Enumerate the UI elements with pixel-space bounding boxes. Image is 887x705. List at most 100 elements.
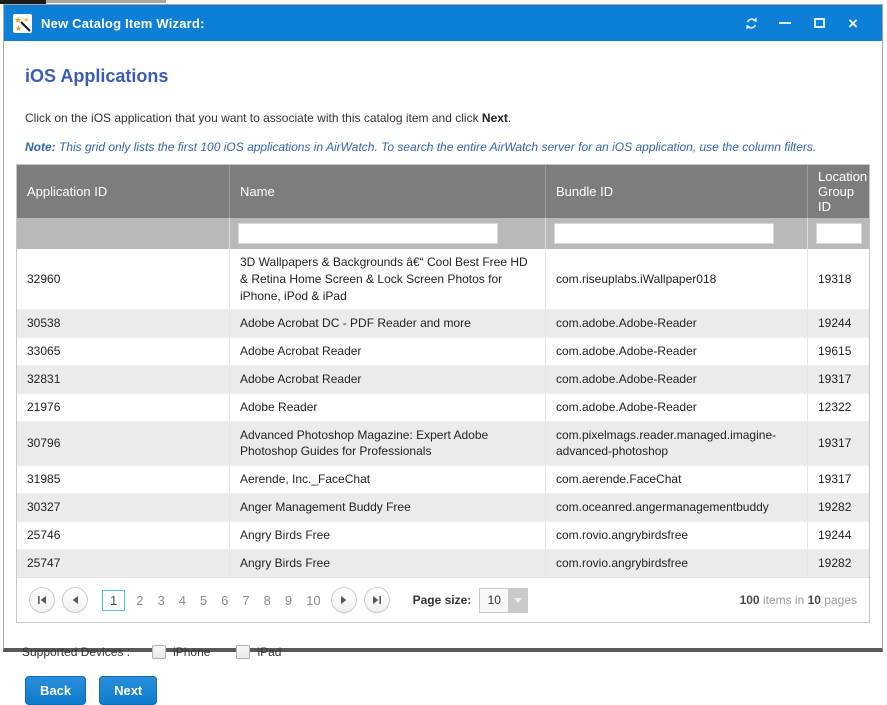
cell-bundle-id: com.oceanred.angermanagementbuddy [546,494,808,521]
column-header-name[interactable]: Name [230,165,546,218]
last-page-button[interactable] [364,587,390,613]
window-controls: × [734,10,870,36]
cell-application-id: 33065 [17,338,230,365]
page-number-1[interactable]: 1 [102,590,125,611]
cell-application-id: 32831 [17,366,230,393]
dialog-content: iOS Applications Click on the iOS applic… [4,66,882,705]
table-row[interactable]: 30327Anger Management Buddy Freecom.ocea… [17,494,869,522]
next-page-icon [339,595,349,605]
page-number-6[interactable]: 6 [221,593,228,608]
table-row[interactable]: 25746Angry Birds Freecom.rovio.angrybird… [17,522,869,550]
refresh-icon [744,16,759,31]
wizard-app-icon: ★ ★ ★ [13,14,32,33]
items-text: items in [760,593,808,607]
instruction-prefix: Click on the iOS application that you wa… [25,111,482,125]
page-size-select[interactable]: 10 [479,588,528,613]
table-body: 329603D Wallpapers & Backgrounds â€“ Coo… [17,249,869,577]
note-body: This grid only lists the first 100 iOS a… [56,140,817,154]
refresh-button[interactable] [734,10,768,36]
table-row[interactable]: 329603D Wallpapers & Backgrounds â€“ Coo… [17,249,869,310]
ipad-checkbox-group[interactable]: iPad [236,645,281,659]
column-header-application-id[interactable]: Application ID [17,165,230,218]
page-title: iOS Applications [25,66,870,87]
cell-name: Adobe Acrobat Reader [230,338,546,365]
cell-location-group-id: 19244 [808,310,869,337]
title-bar: ★ ★ ★ New Catalog Item Wizard: × [4,5,882,41]
page-number-2[interactable]: 2 [136,593,143,608]
previous-page-button[interactable] [62,587,88,613]
window-title: New Catalog Item Wizard: [41,16,734,31]
table-row[interactable]: 30538Adobe Acrobat DC - PDF Reader and m… [17,310,869,338]
filter-cell-location-group-id [808,218,870,249]
table-row[interactable]: 30796Advanced Photoshop Magazine: Expert… [17,422,869,467]
chevron-down-icon [514,598,522,603]
filter-cell-bundle-id [546,218,808,249]
cell-location-group-id: 19317 [808,366,869,393]
maximize-icon [814,18,825,28]
cell-location-group-id: 19317 [808,466,869,493]
page-number-8[interactable]: 8 [264,593,271,608]
svg-text:★: ★ [15,24,22,33]
last-page-icon [372,595,382,605]
wizard-dialog: ★ ★ ★ New Catalog Item Wizard: × [3,4,883,652]
bundle-id-filter-input[interactable] [554,223,774,244]
back-button[interactable]: Back [25,676,86,705]
first-page-icon [37,595,47,605]
cell-application-id: 25746 [17,522,230,549]
table-row[interactable]: 33065Adobe Acrobat Readercom.adobe.Adobe… [17,338,869,366]
cell-application-id: 30327 [17,494,230,521]
cell-application-id: 31985 [17,466,230,493]
minimize-button[interactable] [768,10,802,36]
filter-cell-name [230,218,546,249]
cell-name: Advanced Photoshop Magazine: Expert Adob… [230,422,546,466]
cell-location-group-id: 12322 [808,394,869,421]
page-number-5[interactable]: 5 [200,593,207,608]
cell-bundle-id: com.rovio.angrybirdsfree [546,550,808,577]
cell-bundle-id: com.rovio.angrybirdsfree [546,522,808,549]
maximize-button[interactable] [802,10,836,36]
next-button[interactable]: Next [99,676,157,705]
grid-filter-row [17,218,869,249]
page-number-10[interactable]: 10 [306,593,320,608]
next-page-button[interactable] [331,587,357,613]
cell-bundle-id: com.adobe.Adobe-Reader [546,338,808,365]
close-icon: × [848,15,858,32]
cell-name: Aerende, Inc._FaceChat [230,466,546,493]
location-group-id-filter-input[interactable] [816,223,862,244]
cell-name: Angry Birds Free [230,550,546,577]
cell-name: Anger Management Buddy Free [230,494,546,521]
ipad-checkbox-label: iPad [257,645,281,659]
cell-location-group-id: 19282 [808,550,869,577]
table-row[interactable]: 21976Adobe Readercom.adobe.Adobe-Reader1… [17,394,869,422]
page-number-3[interactable]: 3 [157,593,164,608]
column-header-location-group-id[interactable]: Location Group ID [808,165,877,218]
page-number-9[interactable]: 9 [285,593,292,608]
iphone-checkbox[interactable] [152,645,166,659]
page-number-7[interactable]: 7 [242,593,249,608]
svg-text:★: ★ [23,16,29,24]
ipad-checkbox[interactable] [236,645,250,659]
first-page-button[interactable] [29,587,55,613]
page-number-4[interactable]: 4 [179,593,186,608]
note-label: Note: [25,140,56,154]
table-row[interactable]: 31985Aerende, Inc._FaceChatcom.aerende.F… [17,466,869,494]
column-header-bundle-id[interactable]: Bundle ID [546,165,808,218]
iphone-checkbox-group[interactable]: iPhone [152,645,210,659]
cell-bundle-id: com.adobe.Adobe-Reader [546,366,808,393]
cell-location-group-id: 19318 [808,249,869,309]
screen-edge-fragment-gray [46,0,166,3]
page-size-dropdown-button[interactable] [508,589,527,612]
instruction-next-emphasis: Next [482,111,508,125]
close-button[interactable]: × [836,10,870,36]
name-filter-input[interactable] [238,223,498,244]
cell-location-group-id: 19615 [808,338,869,365]
cell-application-id: 30796 [17,422,230,466]
wizard-buttons-row: Back Next [25,676,870,705]
pages-count: 10 [808,593,821,607]
table-row[interactable]: 32831Adobe Acrobat Readercom.adobe.Adobe… [17,366,869,394]
table-row[interactable]: 25747Angry Birds Freecom.rovio.angrybird… [17,550,869,578]
supported-devices-label: Supported Devices : [22,645,130,659]
cell-name: Adobe Acrobat DC - PDF Reader and more [230,310,546,337]
pages-text: pages [821,593,857,607]
cell-location-group-id: 19317 [808,422,869,466]
